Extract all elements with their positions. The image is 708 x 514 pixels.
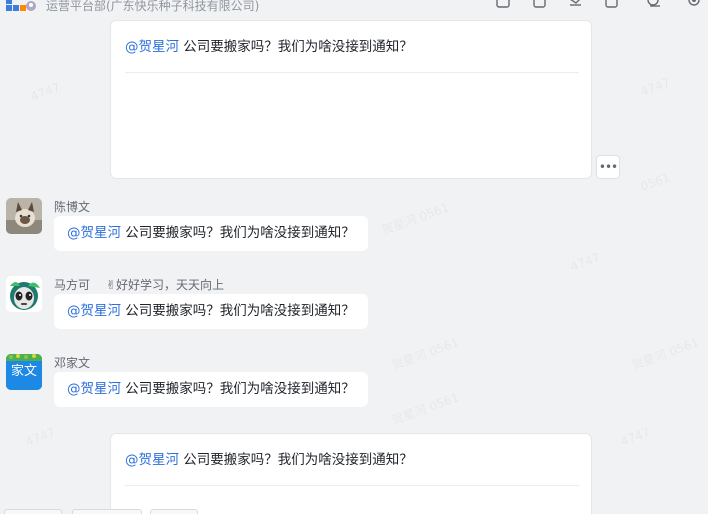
divider [125,485,579,486]
bottom-tab[interactable] [4,509,62,514]
search-icon[interactable] [646,0,662,7]
message-bubble[interactable]: @贺星河 公司要搬家吗？我们为啥没接到通知？ [54,372,368,407]
sender-name[interactable]: 马方可 [54,278,90,292]
avatar[interactable] [6,198,42,234]
more-actions-button[interactable]: ••• [596,155,620,179]
watermark: 4747 [29,80,62,104]
watermark: 4747 [639,75,672,99]
message-text: 公司要搬家吗？我们为啥没接到通知？ [121,225,355,241]
message-text: 公司要搬家吗？我们为啥没接到通知？ [121,381,355,397]
mention-link[interactable]: @贺星河 [67,303,121,319]
message-bubble[interactable]: @贺星河 公司要搬家吗？我们为啥没接到通知？ [54,294,368,329]
chat-header: 运营平台部(广东快乐种子科技有限公司) [0,0,708,16]
watermark: 0561 [639,170,672,194]
avatar[interactable]: 家文 [6,354,42,390]
quoted-message-card[interactable]: @贺星河 公司要搬家吗？我们为啥没接到通知？ [110,20,592,179]
note-icon[interactable] [604,0,620,8]
settings-icon[interactable] [686,0,702,6]
message-text: 公司要搬家吗？我们为啥没接到通知？ [179,39,413,55]
watermark: 4747 [24,425,57,449]
bottom-tab[interactable] [72,509,142,514]
message-text: 公司要搬家吗？我们为啥没接到通知？ [121,303,355,319]
bottom-toolbar [0,509,708,514]
watermark: 贺星河 0561 [379,198,451,238]
bottom-tab[interactable] [150,509,198,514]
org-name: 运营平台部(广东快乐种子科技有限公司) [46,0,260,13]
message-bubble[interactable]: @贺星河 公司要搬家吗？我们为啥没接到通知？ [54,216,368,251]
divider [125,72,579,73]
avatar[interactable] [6,276,42,312]
sender-name[interactable]: 邓家文 [54,356,90,370]
mention-link[interactable]: @贺星河 [67,381,121,397]
avatar-initials: 家文 [10,364,37,379]
mute-icon[interactable] [568,0,584,6]
mention-link[interactable]: @贺星河 [67,225,121,241]
quoted-message-text: @贺星河 公司要搬家吗？我们为啥没接到通知？ [125,451,413,469]
add-chat-icon[interactable] [496,0,512,8]
quoted-message-text: @贺星河 公司要搬家吗？我们为啥没接到通知？ [125,38,413,56]
watermark: 4747 [569,250,602,274]
org-logo-icon [6,0,36,12]
chat-window: 4747 4747 贺星河 0561 4747 4747 0561 贺星河 05… [0,0,708,514]
watermark: 贺星河 0561 [389,333,461,373]
quoted-message-card[interactable]: @贺星河 公司要搬家吗？我们为啥没接到通知？ [110,433,592,514]
sender-name[interactable]: 陈博文 [54,200,90,214]
mention-link[interactable]: @贺星河 [125,452,179,468]
pin-icon[interactable] [532,0,548,8]
message-text: 公司要搬家吗？我们为啥没接到通知？ [179,452,413,468]
mention-link[interactable]: @贺星河 [125,39,179,55]
watermark: 贺星河 0561 [389,388,461,428]
watermark: 贺星河 0561 [629,333,701,373]
watermark: 4747 [619,425,652,449]
user-status-text: ✌好好学习，天天向上 [106,278,225,292]
